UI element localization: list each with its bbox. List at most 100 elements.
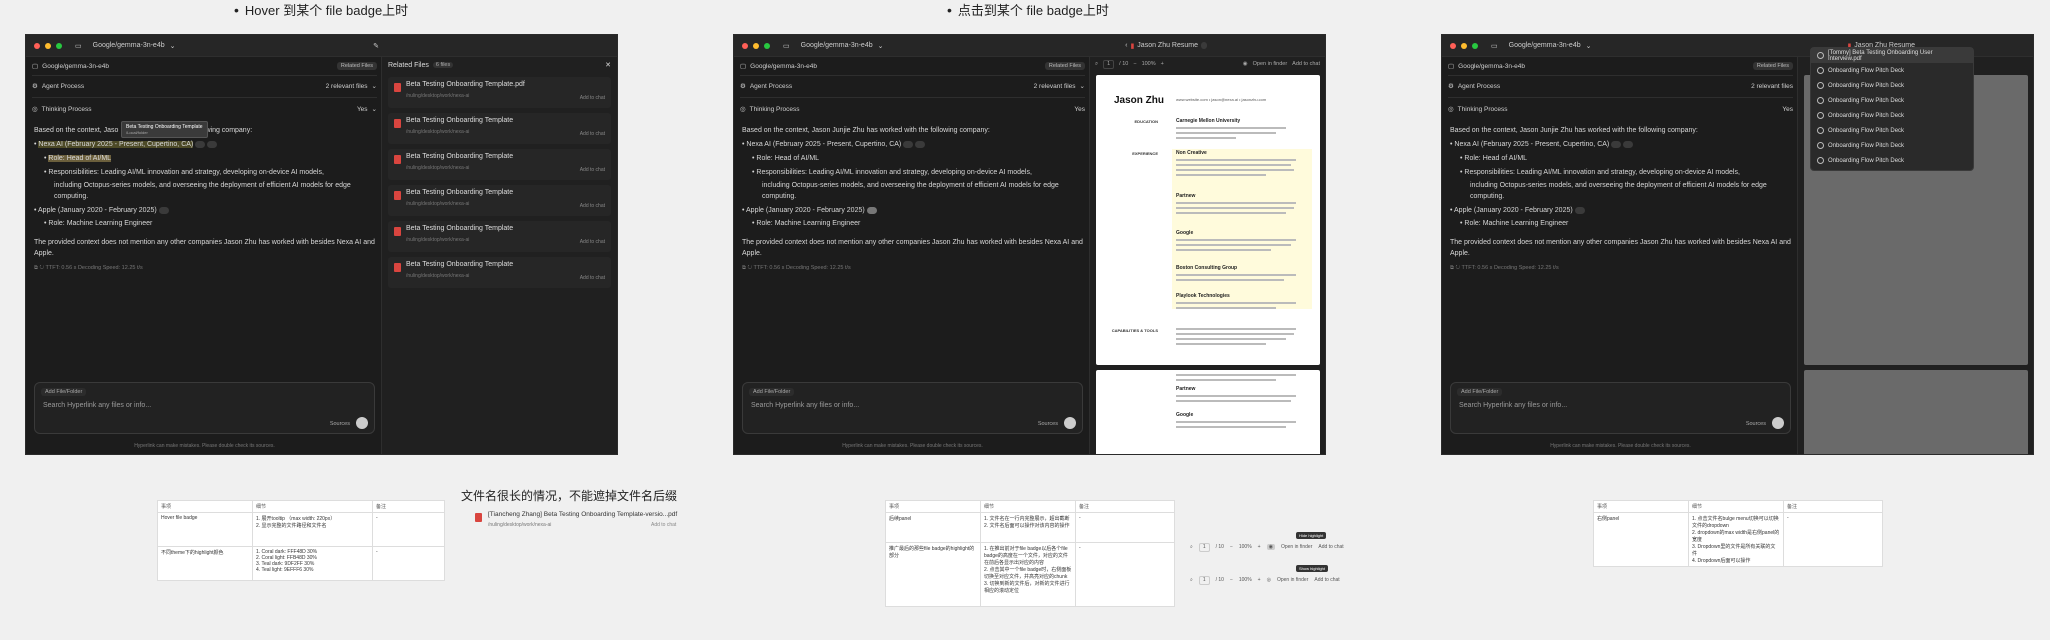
dropdown-item[interactable]: Onboarding Flow Pitch Deck (1811, 108, 1973, 123)
highlight-toggle-icon[interactable]: ◉ (1266, 544, 1275, 550)
dropdown-item[interactable]: Onboarding Flow Pitch Deck (1811, 63, 1973, 78)
thinking-row[interactable]: ◎ Thinking Process Yes ⌄ (32, 102, 377, 116)
related-files-button[interactable]: Related Files (336, 62, 377, 70)
send-button[interactable] (1772, 417, 1784, 429)
sidebar-icon[interactable]: ▭ (75, 42, 82, 50)
dropdown-item[interactable]: Onboarding Flow Pitch Deck (1811, 93, 1973, 108)
retry-icon[interactable]: ↻ (747, 265, 752, 271)
pdf-tab[interactable]: ‹ ▮ Jason Zhu Resume (1125, 42, 1207, 50)
search-icon[interactable]: ⌕ (1190, 577, 1193, 583)
highlight-icon[interactable]: ◉ (1243, 61, 1248, 67)
zoom-in-icon[interactable]: + (1161, 61, 1164, 67)
sources-button[interactable]: Sources (1746, 421, 1766, 427)
maximize-light[interactable] (1472, 42, 1478, 49)
file-card[interactable]: Beta Testing Onboarding Template.pdf/nul… (388, 77, 611, 108)
file-card[interactable]: Beta Testing Onboarding Template/nuling/… (388, 113, 611, 144)
file-card[interactable]: Beta Testing Onboarding Template/nuling/… (388, 221, 611, 252)
search-input[interactable]: Search Hyperlink any files or info... (751, 402, 859, 409)
maximize-light[interactable] (764, 42, 770, 49)
page-input[interactable]: 1 (1198, 575, 1210, 585)
add-file-button[interactable]: Add File/Folder (749, 388, 795, 396)
file-badge[interactable] (207, 140, 218, 148)
related-files-button[interactable]: Related Files (1044, 62, 1085, 70)
agent-process-row[interactable]: ⚙ Agent Process 2 relevant files (1448, 79, 1793, 93)
add-to-chat-button[interactable]: Add to chat (580, 167, 605, 173)
open-in-finder-button[interactable]: Open in finder (1277, 577, 1308, 583)
model-select[interactable]: Google/gemma-3n-e4b (1509, 42, 1581, 49)
search-input[interactable]: Search Hyperlink any files or info... (43, 402, 151, 409)
file-badge-active[interactable] (866, 206, 877, 214)
sources-button[interactable]: Sources (330, 421, 350, 427)
search-icon[interactable]: ⌕ (1095, 61, 1098, 68)
file-card[interactable]: Beta Testing Onboarding Template/nuling/… (388, 185, 611, 216)
maximize-light[interactable] (56, 42, 62, 49)
resp-nexa-text: Responsibilities: Leading AI/ML innovati… (48, 169, 324, 176)
send-button[interactable] (356, 417, 368, 429)
page-input[interactable]: 1 (1103, 59, 1115, 69)
close-icon[interactable]: ✕ (605, 61, 611, 69)
add-file-button[interactable]: Add File/Folder (41, 388, 87, 396)
agent-process-row[interactable]: ⚙ Agent Process 2 relevant files ⌄ (740, 79, 1085, 93)
highlight-toggle-icon[interactable]: ◎ (1267, 577, 1271, 583)
agent-process-row[interactable]: ⚙ Agent Process 2 relevant files ⌄ (32, 79, 377, 93)
dropdown-item[interactable]: Onboarding Flow Pitch Deck (1811, 138, 1973, 153)
close-light[interactable] (742, 42, 748, 49)
file-badge[interactable] (195, 140, 206, 148)
related-files-button[interactable]: Related Files (1752, 62, 1793, 70)
dropdown-item[interactable]: Onboarding Flow Pitch Deck (1811, 123, 1973, 138)
add-to-chat-button[interactable]: Add to chat (580, 95, 605, 101)
add-to-chat-button[interactable]: Add to chat (1318, 544, 1343, 550)
zoom-out-icon[interactable]: − (1133, 61, 1136, 67)
open-in-finder-button[interactable]: Open in finder (1281, 544, 1312, 550)
minimize-light[interactable] (45, 42, 51, 49)
zoom-out-icon[interactable]: − (1230, 577, 1233, 583)
copy-icon[interactable]: ⧉ (34, 265, 38, 271)
file-badge[interactable] (915, 140, 926, 148)
add-to-chat-button[interactable]: Add to chat (580, 203, 605, 209)
minimize-light[interactable] (1461, 42, 1467, 49)
add-to-chat-button[interactable]: Add to chat (651, 522, 676, 528)
long-file-card[interactable]: [Tiancheng Zhang] Beta Testing Onboardin… (471, 508, 706, 534)
page-input[interactable]: 1 (1198, 542, 1210, 552)
file-badge[interactable] (1574, 206, 1585, 214)
sidebar-icon[interactable]: ▭ (1491, 42, 1498, 50)
add-to-chat-button[interactable]: Add to chat (580, 239, 605, 245)
dropdown-item[interactable]: Onboarding Flow Pitch Deck (1811, 78, 1973, 93)
sidebar-icon[interactable]: ▭ (783, 42, 790, 50)
dropdown-item[interactable]: Onboarding Flow Pitch Deck (1811, 153, 1973, 168)
model-select[interactable]: Google/gemma-3n-e4b (93, 42, 165, 49)
title-hover-text: Hover 到某个 file badge上时 (244, 3, 409, 18)
file-badge[interactable] (903, 140, 914, 148)
add-to-chat-button[interactable]: Add to chat (1314, 577, 1339, 583)
close-light[interactable] (34, 42, 40, 49)
model-select[interactable]: Google/gemma-3n-e4b (801, 42, 873, 49)
send-button[interactable] (1064, 417, 1076, 429)
copy-icon[interactable]: ⧉ (1450, 265, 1454, 271)
open-in-finder-button[interactable]: Open in finder (1253, 61, 1288, 67)
zoom-in-icon[interactable]: + (1258, 544, 1261, 550)
file-badge[interactable] (158, 206, 169, 214)
search-input[interactable]: Search Hyperlink any files or info... (1459, 402, 1567, 409)
new-chat-icon[interactable]: ✎ (373, 42, 379, 50)
search-icon[interactable]: ⌕ (1190, 544, 1193, 550)
add-to-chat-button[interactable]: Add to chat (580, 131, 605, 137)
dropdown-item[interactable]: [Tommy] Beta Testing Onboarding User Int… (1811, 48, 1973, 63)
minimize-light[interactable] (753, 42, 759, 49)
add-to-chat-button[interactable]: Add to chat (580, 275, 605, 281)
zoom-in-icon[interactable]: + (1258, 577, 1261, 583)
file-badge[interactable] (1623, 140, 1634, 148)
file-card[interactable]: Beta Testing Onboarding Template/nuling/… (388, 257, 611, 288)
close-light[interactable] (1450, 42, 1456, 49)
retry-icon[interactable]: ↻ (39, 265, 44, 271)
retry-icon[interactable]: ↻ (1455, 265, 1460, 271)
file-card[interactable]: Beta Testing Onboarding Template/nuling/… (388, 149, 611, 180)
add-file-button[interactable]: Add File/Folder (1457, 388, 1503, 396)
thinking-row[interactable]: ◎ Thinking Process Yes (1448, 102, 1793, 116)
add-to-chat-button[interactable]: Add to chat (1292, 61, 1320, 67)
file-badge[interactable] (1611, 140, 1622, 148)
thinking-row[interactable]: ◎ Thinking Process Yes (740, 102, 1085, 116)
sources-button[interactable]: Sources (1038, 421, 1058, 427)
copy-icon[interactable]: ⧉ (742, 265, 746, 271)
company-nexa: Nexa AI (February 2025 - Present, Cupert… (1454, 141, 1610, 148)
zoom-out-icon[interactable]: − (1230, 544, 1233, 550)
